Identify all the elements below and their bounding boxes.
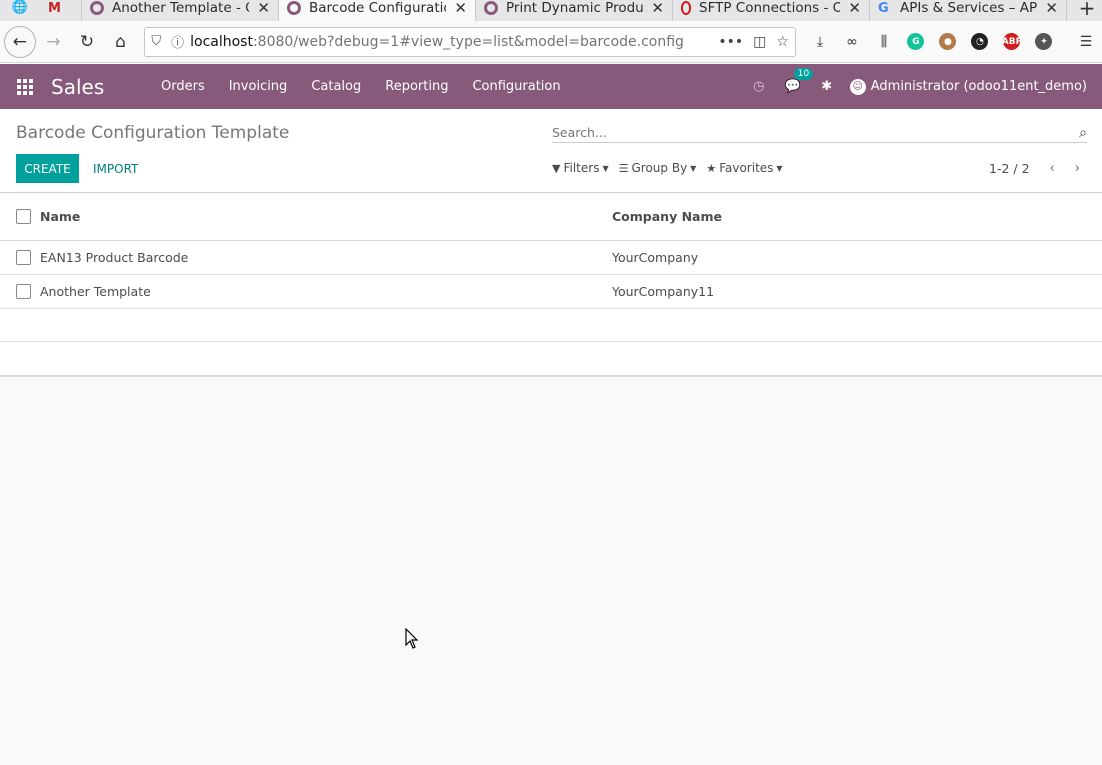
- pager-next-icon[interactable]: ›: [1075, 161, 1080, 176]
- activity-clock-icon[interactable]: ◷: [742, 79, 776, 94]
- avatar: ☺: [849, 78, 866, 95]
- url-text[interactable]: localhost:8080/web?debug=1#view_type=lis…: [190, 34, 708, 50]
- odoo-icon: [90, 0, 104, 15]
- url-bar[interactable]: ⛉ ⓘ localhost:8080/web?debug=1#view_type…: [144, 26, 796, 57]
- empty-row: [0, 309, 1102, 342]
- adblock-icon[interactable]: ABP: [996, 27, 1028, 57]
- google-icon: G: [878, 0, 889, 16]
- close-icon[interactable]: ✕: [651, 0, 664, 17]
- mouse-cursor-icon: [405, 628, 419, 649]
- breadcrumb: Barcode Configuration Template: [16, 123, 290, 143]
- odoo-main-navbar: Sales Orders Invoicing Catalog Reporting…: [0, 64, 1102, 109]
- close-icon[interactable]: ✕: [848, 0, 861, 17]
- browser-tab-apis-services[interactable]: G APIs & Services – AP ✕: [870, 0, 1067, 21]
- pocket-icon[interactable]: ◫: [753, 34, 766, 50]
- row-checkbox[interactable]: [16, 250, 31, 265]
- menu-item-catalog[interactable]: Catalog: [299, 64, 373, 109]
- column-header-name[interactable]: Name: [40, 209, 80, 224]
- menu-item-orders[interactable]: Orders: [149, 64, 217, 109]
- search-icon[interactable]: ⌕: [1079, 125, 1087, 141]
- caret-down-icon: ▼: [690, 163, 697, 173]
- reload-button[interactable]: ↻: [71, 26, 103, 58]
- browser-tab-barcode-configuration[interactable]: Barcode Configuratio ✕: [279, 0, 476, 21]
- filters-dropdown[interactable]: ▼ Filters ▼: [552, 161, 609, 175]
- search-input[interactable]: [552, 125, 1062, 140]
- forward-button[interactable]: →: [38, 26, 70, 58]
- user-name: Administrator (odoo11ent_demo): [870, 79, 1087, 94]
- table-row[interactable]: EAN13 Product Barcode YourCompany: [0, 241, 1102, 275]
- create-button[interactable]: CREATE: [16, 154, 79, 183]
- select-all-checkbox[interactable]: [16, 209, 31, 224]
- menu-item-invoicing[interactable]: Invoicing: [217, 64, 300, 109]
- list-view: Name Company Name EAN13 Product Barcode …: [0, 193, 1102, 377]
- shield-icon[interactable]: ⛉: [151, 34, 161, 49]
- list-bars-icon: ☰: [618, 161, 629, 175]
- empty-row: [0, 342, 1102, 375]
- close-icon[interactable]: ✕: [1045, 0, 1058, 17]
- systray: ◷ 💬 10 ✱ ☺ Administrator (odoo11ent_demo): [742, 68, 1102, 95]
- pager-previous-icon[interactable]: ‹: [1050, 161, 1055, 176]
- row-checkbox[interactable]: [16, 284, 31, 299]
- grammarly-icon[interactable]: G: [900, 27, 932, 57]
- app-name: Sales: [51, 74, 105, 99]
- control-panel: Barcode Configuration Template ⌕ CREATE …: [0, 109, 1102, 193]
- caret-down-icon: ▼: [602, 163, 609, 173]
- favorites-dropdown[interactable]: ★ Favorites ▼: [706, 161, 782, 175]
- gauge-icon[interactable]: ◔: [964, 27, 996, 57]
- pager: 1-2 / 2 ‹ ›: [989, 161, 1080, 176]
- menu-item-reporting[interactable]: Reporting: [373, 64, 460, 109]
- menu-icon[interactable]: ☰: [1070, 27, 1102, 57]
- table-row[interactable]: Another Template YourCompany11: [0, 275, 1102, 309]
- star-icon: ★: [706, 161, 717, 175]
- bookmark-star-icon[interactable]: ☆: [776, 34, 789, 50]
- filter-icon: ▼: [552, 161, 561, 175]
- search-bar: ⌕: [552, 123, 1087, 143]
- globe-icon[interactable]: 🌐: [0, 0, 40, 21]
- browser-tab-print-dynamic[interactable]: Print Dynamic Produ ✕: [476, 0, 673, 21]
- column-header-company[interactable]: Company Name: [612, 209, 722, 224]
- import-button[interactable]: IMPORT: [93, 154, 138, 183]
- user-menu[interactable]: ☺ Administrator (odoo11ent_demo): [844, 78, 1102, 95]
- apps-grid-icon[interactable]: [0, 78, 50, 95]
- browser-tab-bar: 🌐 M Another Template - O ✕ Barcode Confi…: [0, 0, 1102, 21]
- cell-company: YourCompany: [612, 250, 699, 265]
- search-options: ▼ Filters ▼ ☰ Group By ▼ ★ Favorites ▼: [552, 161, 793, 175]
- opera-icon: [681, 0, 691, 15]
- cell-name: EAN13 Product Barcode: [40, 250, 189, 265]
- page-actions-icon[interactable]: •••: [718, 34, 743, 50]
- monkey-icon[interactable]: ●: [932, 27, 964, 57]
- browser-tab-another-template[interactable]: Another Template - O ✕: [82, 0, 279, 21]
- extension-icon[interactable]: ✦: [1028, 27, 1060, 57]
- caret-down-icon: ▼: [776, 163, 783, 173]
- debug-bug-icon[interactable]: ✱: [810, 79, 844, 94]
- list-header: Name Company Name: [0, 193, 1102, 241]
- browser-tab-gmail[interactable]: M: [40, 0, 82, 21]
- home-button[interactable]: ⌂: [105, 26, 137, 58]
- browser-toolbar: ← → ↻ ⌂ ⛉ ⓘ localhost:8080/web?debug=1#v…: [0, 21, 1102, 63]
- close-icon[interactable]: ✕: [257, 0, 270, 17]
- download-icon[interactable]: ⤓: [804, 27, 836, 57]
- messaging-icon[interactable]: 💬 10: [776, 68, 814, 94]
- odoo-icon: [484, 0, 498, 15]
- menu-item-configuration[interactable]: Configuration: [460, 64, 572, 109]
- back-button[interactable]: ←: [4, 25, 36, 58]
- browser-tab-sftp-connections[interactable]: SFTP Connections - O ✕: [673, 0, 870, 21]
- info-icon[interactable]: ⓘ: [171, 32, 184, 51]
- groupby-dropdown[interactable]: ☰ Group By ▼: [619, 161, 697, 175]
- library-icon[interactable]: ⫼: [868, 27, 900, 57]
- pager-value[interactable]: 1-2 / 2: [989, 161, 1030, 176]
- new-tab-button[interactable]: +: [1072, 0, 1102, 21]
- mask-icon[interactable]: ∞: [836, 27, 868, 57]
- cell-name: Another Template: [40, 284, 151, 299]
- gmail-icon: M: [48, 0, 61, 16]
- odoo-icon: [287, 0, 301, 15]
- close-icon[interactable]: ✕: [454, 0, 467, 17]
- main-menu: Orders Invoicing Catalog Reporting Confi…: [149, 64, 573, 109]
- cell-company: YourCompany11: [612, 284, 715, 299]
